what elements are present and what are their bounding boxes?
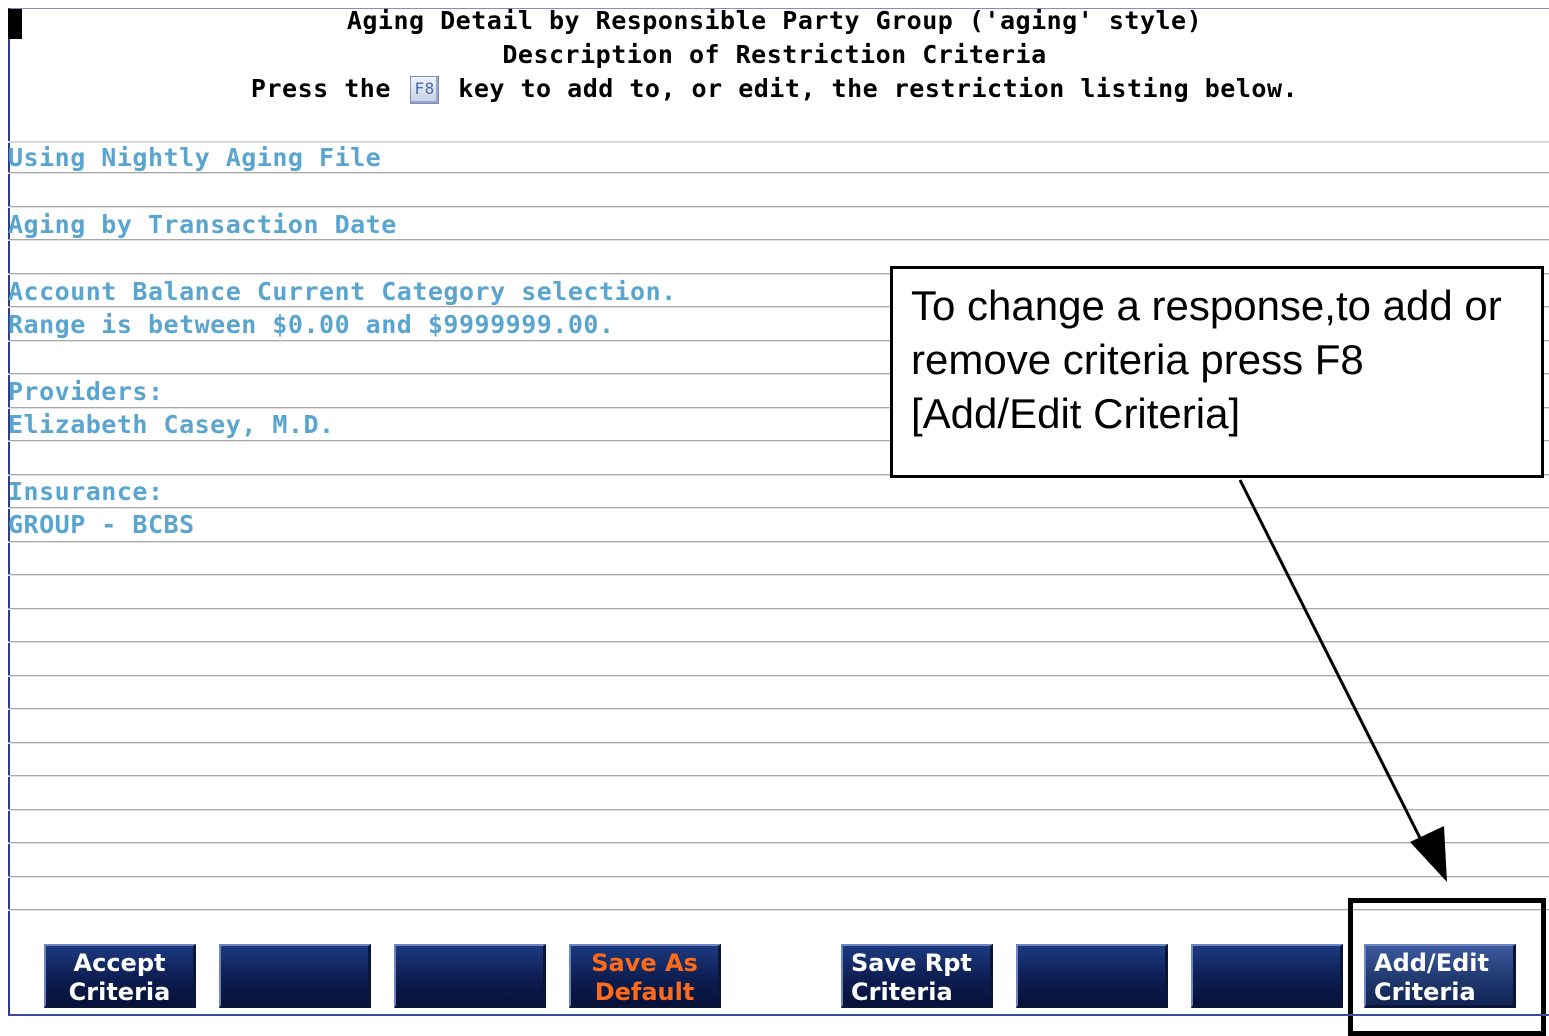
ruled-line [8,842,1549,843]
criteria-line: Insurance: [8,477,164,506]
bottom-border [8,1014,1549,1016]
ruled-line [8,808,1549,810]
criteria-line: GROUP - BCBS [8,510,195,539]
instruction-prefix: Press the [250,74,391,103]
ruled-line [8,674,1549,676]
callout-text: To change a response,to add or remove cr… [911,282,1502,437]
instruction-line: Press the F8 key to add to, or edit, the… [0,74,1549,104]
accept-criteria-button[interactable]: Accept Criteria [44,944,196,1008]
button-label: Default [594,978,695,1006]
ruled-line [8,909,1549,910]
ruled-line [8,708,1549,709]
blank-button-6[interactable] [1016,944,1168,1008]
criteria-line: Elizabeth Casey, M.D. [8,410,335,439]
button-label: Save Rpt [851,949,972,977]
ruled-line [8,641,1549,642]
ruled-line [8,205,1549,207]
button-label: Criteria [851,978,953,1006]
button-label: Accept [73,949,166,977]
button-label: Criteria [68,978,171,1006]
blank-button-3[interactable] [394,944,546,1008]
report-subtitle: Description of Restriction Criteria [502,40,1047,69]
blank-button-7[interactable] [1191,944,1343,1008]
ruled-line [8,775,1549,776]
blank-button-2[interactable] [219,944,371,1008]
ruled-line [8,507,1549,508]
criteria-line: Account Balance Current Category selecti… [8,277,677,306]
ruled-line [8,875,1549,877]
ruled-line [8,607,1549,609]
criteria-line: Aging by Transaction Date [8,210,397,239]
criteria-line: Using Nightly Aging File [8,143,382,172]
criteria-line: Providers: [8,377,164,406]
ruled-line [8,741,1549,743]
save-as-default-button[interactable]: Save As Default [569,944,721,1008]
save-rpt-criteria-button[interactable]: Save Rpt Criteria [841,944,993,1008]
instruction-suffix: key to add to, or edit, the restriction … [458,74,1299,103]
function-key-bar: Accept Criteria Save As Default Save Rpt… [8,940,1549,1012]
f8-key-icon[interactable]: F8 [410,76,439,104]
report-title: Aging Detail by Responsible Party Group … [346,6,1203,35]
button-label: Save As [591,949,698,977]
callout-box: To change a response,to add or remove cr… [890,266,1544,478]
ruled-line [8,574,1549,575]
criteria-line: Range is between $0.00 and $9999999.00. [8,310,615,339]
ruled-line [8,540,1549,542]
